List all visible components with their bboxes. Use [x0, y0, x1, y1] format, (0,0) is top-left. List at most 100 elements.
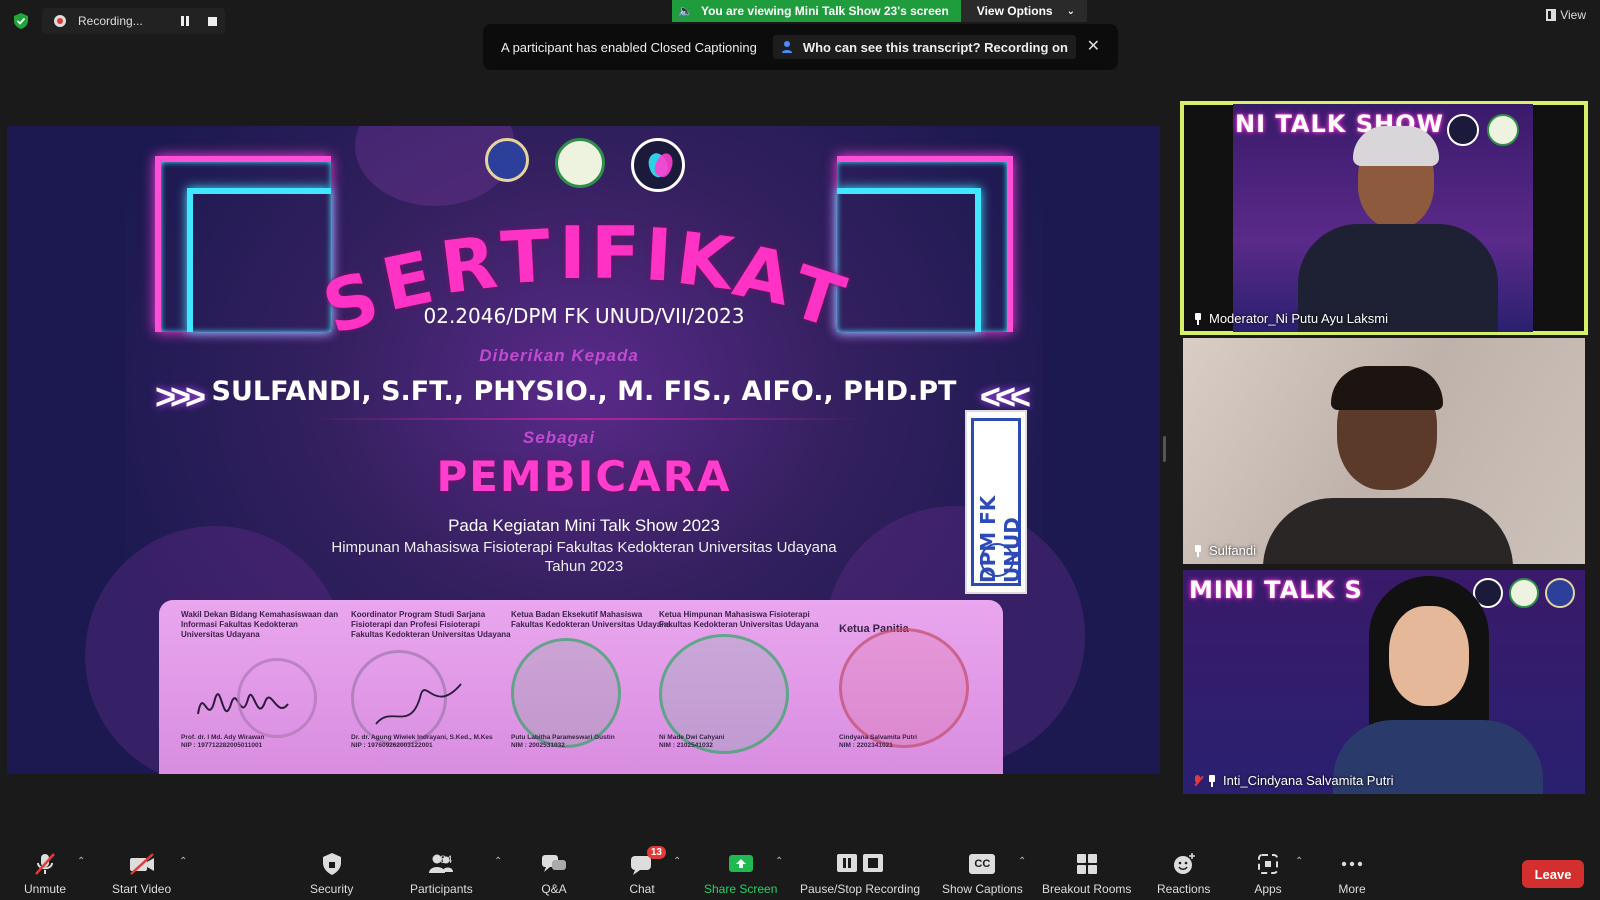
stop-recording-icon[interactable]	[206, 15, 218, 27]
shared-screen: S E R T I F I K A T 02.2046/DPM FK UNUD/…	[7, 126, 1160, 774]
share-screen-icon	[728, 855, 753, 872]
view-options-button[interactable]: View Options ⌄	[960, 0, 1087, 22]
signatory-block: Koordinator Program Studi Sarjana Fisiot…	[351, 610, 511, 770]
security-button[interactable]: Security	[310, 852, 353, 896]
seal-icon	[839, 628, 969, 748]
logo-icon	[1545, 578, 1575, 608]
pin-icon	[1193, 312, 1203, 325]
unmute-button[interactable]: Unmute	[24, 852, 66, 896]
dpm-stamp: DPM FK UNUD	[965, 410, 1027, 594]
recording-label: Recording...	[78, 14, 143, 28]
chat-options-caret-icon[interactable]: ⌃	[673, 856, 681, 867]
pause-stop-icon	[837, 854, 884, 872]
logo-icon	[1509, 578, 1539, 608]
speaker-icon: 🔈	[678, 4, 693, 18]
title-letter: F	[591, 211, 641, 295]
chevron-down-icon: ⌄	[1066, 5, 1075, 17]
event-line: Pada Kegiatan Mini Talk Show 2023	[448, 516, 720, 535]
recipient-name: SULFANDI, S.FT., PHYSIO., M. FIS., AIFO.…	[211, 376, 957, 407]
signatory-name: Dr. dr. Agung Wiwiek Indrayani, S.Ked., …	[351, 734, 493, 749]
view-options-label: View Options	[976, 4, 1053, 18]
signatory-block: Ketua Himpunan Mahasiswa Fisioterapi Fak…	[659, 610, 819, 770]
view-button[interactable]: View	[1546, 8, 1586, 22]
participants-options-caret-icon[interactable]: ⌃	[494, 856, 502, 867]
qa-icon	[542, 855, 566, 872]
title-letter: S	[313, 255, 389, 351]
video-tile-cindyana[interactable]: MINI TALK S Inti_Cindyana Salvamita Putr…	[1183, 570, 1585, 794]
breakout-rooms-button[interactable]: Breakout Rooms	[1042, 852, 1131, 896]
role-title: PEMBICARA	[436, 452, 732, 501]
person-icon	[781, 41, 792, 53]
recording-dot-icon	[54, 15, 66, 27]
signatory-block: Wakil Dekan Bidang Kemahasiswaan dan Inf…	[181, 610, 341, 770]
signature-icon	[375, 683, 462, 725]
as-label: Sebagai	[522, 428, 596, 447]
participant-hair	[1331, 366, 1443, 410]
certificate-number: 02.2046/DPM FK UNUD/VII/2023	[423, 304, 745, 328]
recording-indicator: Recording...	[42, 8, 225, 34]
signatory-name: Prof. dr. I Md. Ady Wirawan NIP : 1977122…	[181, 734, 265, 749]
video-tile-moderator[interactable]: NI TALK SHOW Moderator_Ni Putu Ayu Laksm…	[1180, 101, 1588, 335]
more-button[interactable]: More	[1338, 852, 1366, 896]
participant-body	[1263, 498, 1513, 564]
chat-button[interactable]: 13 Chat	[628, 846, 666, 896]
logo-icon	[1487, 114, 1519, 146]
viewing-screen-label: 🔈 You are viewing Mini Talk Show 23's sc…	[672, 0, 961, 22]
given-to-label: Diberikan Kepada	[479, 346, 639, 365]
share-options-caret-icon[interactable]: ⌃	[775, 856, 783, 867]
title-letter: R	[436, 219, 502, 311]
transcript-visibility-link[interactable]: Who can see this transcript? Recording o…	[772, 35, 1076, 59]
signatory-name: Ni Made Dwi Cahyani NIM : 2102541032	[659, 734, 725, 749]
faculty-logo-icon	[555, 138, 605, 188]
signature-panel: Wakil Dekan Bidang Kemahasiswaan dan Inf…	[159, 600, 1003, 774]
pause-stop-recording-button[interactable]: Pause/Stop Recording	[800, 852, 920, 896]
signatory-block: Ketua Panitia Cindyana Salvamita Putri NI…	[839, 610, 999, 770]
transcript-link-text: Who can see this transcript? Recording o…	[802, 39, 1068, 55]
unmute-options-caret-icon[interactable]: ⌃	[77, 856, 85, 867]
video-tile-sulfandi[interactable]: Sulfandi	[1183, 338, 1585, 564]
share-screen-button[interactable]: Share Screen	[704, 852, 777, 896]
signatory-title: Koordinator Program Studi Sarjana Fisiot…	[351, 610, 511, 639]
view-label: View	[1560, 8, 1586, 22]
organizer-line: Himpunan Mahasiswa Fisioterapi Fakultas …	[331, 539, 837, 556]
participants-button[interactable]: 84 Participants	[410, 852, 473, 896]
participant-name-label: Sulfandi	[1193, 543, 1256, 558]
participant-hijab	[1353, 126, 1439, 166]
pin-icon	[1207, 774, 1217, 787]
shield-icon	[322, 853, 341, 875]
apps-button[interactable]: Apps	[1254, 852, 1282, 896]
title-letter: I	[559, 211, 586, 295]
captions-options-caret-icon[interactable]: ⌃	[1018, 856, 1026, 867]
breakout-rooms-icon	[1076, 854, 1097, 874]
show-captions-button[interactable]: CC Show Captions	[942, 852, 1023, 896]
reactions-button[interactable]: Reactions	[1157, 852, 1210, 896]
university-logo-icon	[485, 138, 529, 182]
apps-options-caret-icon[interactable]: ⌃	[1295, 856, 1303, 867]
screen-share-banner: 🔈 You are viewing Mini Talk Show 23's sc…	[672, 0, 1087, 22]
zoom-meeting-window: Recording... 🔈 You are viewing Mini Talk…	[0, 0, 1600, 900]
signatory-name: Putu Labitha Parameswari Gustin NIM : 200…	[511, 734, 615, 749]
leave-button[interactable]: Leave	[1522, 860, 1584, 888]
apps-icon	[1258, 854, 1278, 874]
closed-caption-notice: A participant has enabled Closed Caption…	[483, 24, 1118, 70]
qa-button[interactable]: Q&A	[540, 852, 568, 896]
signatory-title: Wakil Dekan Bidang Kemahasiswaan dan Inf…	[181, 610, 339, 639]
pin-icon	[1193, 544, 1203, 557]
signatory-name: Cindyana Salvamita Putri NIM : 2202341021	[839, 734, 918, 749]
close-icon[interactable]: ✕	[1087, 36, 1100, 56]
signatory-block: Ketua Badan Eksekutif Mahasiswa Fakultas…	[511, 610, 671, 770]
logo-icon	[1447, 114, 1479, 146]
panel-resize-handle[interactable]	[1163, 436, 1166, 462]
signatory-title: Ketua Himpunan Mahasiswa Fisioterapi Fak…	[659, 610, 819, 629]
view-layout-icon	[1546, 9, 1557, 21]
organization-logo-icon	[631, 138, 685, 192]
video-options-caret-icon[interactable]: ⌃	[179, 856, 187, 867]
participant-name-label: Moderator_Ni Putu Ayu Laksmi	[1193, 311, 1388, 326]
start-video-button[interactable]: Start Video	[112, 852, 171, 896]
security-shield-icon[interactable]	[12, 12, 30, 30]
title-letter: T	[498, 213, 553, 301]
pause-recording-icon[interactable]	[179, 15, 191, 27]
reactions-icon	[1173, 853, 1195, 874]
chat-unread-badge: 13	[646, 846, 666, 859]
seal-icon	[237, 658, 317, 738]
